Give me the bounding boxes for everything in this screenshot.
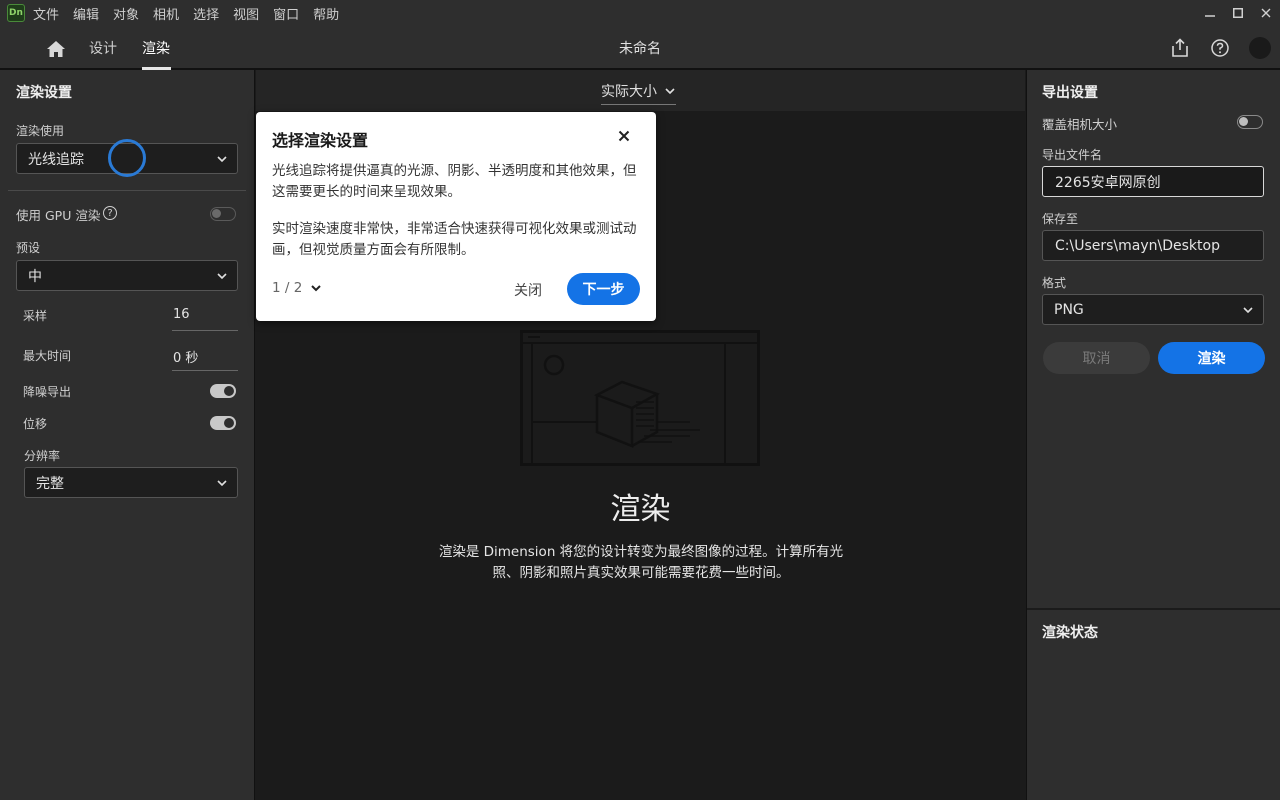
- denoise-toggle[interactable]: [210, 384, 236, 398]
- chevron-down-icon: [665, 88, 676, 95]
- popover-close-button[interactable]: 关闭: [514, 280, 542, 300]
- tab-header: 设计 渲染 未命名: [0, 26, 1280, 70]
- chevron-down-icon: [1243, 307, 1253, 314]
- format-label: 格式: [1042, 276, 1067, 290]
- close-icon[interactable]: [618, 130, 630, 142]
- chevron-down-icon: [217, 480, 227, 487]
- panel-divider: [1027, 608, 1280, 610]
- chevron-down-icon: [217, 156, 227, 163]
- share-icon[interactable]: [1171, 38, 1189, 58]
- gpu-help-icon[interactable]: ?: [103, 206, 117, 220]
- menu-select[interactable]: 选择: [193, 4, 219, 23]
- menu-help[interactable]: 帮助: [313, 4, 339, 23]
- render-illustration-icon: [520, 330, 760, 466]
- cursor-highlight: [108, 139, 146, 177]
- toggle-knob: [224, 418, 234, 428]
- preset-select[interactable]: 中: [16, 260, 238, 291]
- samples-input[interactable]: 16: [172, 307, 238, 331]
- denoise-label: 降噪导出: [23, 385, 72, 399]
- format-select[interactable]: PNG: [1042, 294, 1264, 325]
- toggle-knob: [212, 209, 221, 218]
- export-filename-input[interactable]: 2265安卓网原创: [1042, 166, 1264, 197]
- resolution-label: 分辨率: [24, 449, 61, 463]
- menu-view[interactable]: 视图: [233, 4, 259, 23]
- popover-paragraph-2: 实时渲染速度非常快，非常适合快速获得可视化效果或测试动画，但视觉质量方面会有所限…: [272, 221, 637, 258]
- chevron-down-icon: [311, 285, 322, 292]
- menu-bar: 文件 编辑 对象 相机 选择 视图 窗口 帮助: [33, 4, 353, 23]
- maximize-button[interactable]: [1224, 0, 1252, 26]
- render-settings-title: 渲染设置: [16, 85, 72, 101]
- menu-window[interactable]: 窗口: [273, 4, 299, 23]
- format-value: PNG: [1054, 301, 1084, 318]
- window-controls: [1196, 0, 1280, 26]
- render-using-label: 渲染使用: [16, 124, 65, 138]
- menu-edit[interactable]: 编辑: [73, 4, 99, 23]
- empty-state-description: 渲染是 Dimension 将您的设计转变为最终图像的过程。计算所有光照、阴影和…: [438, 544, 844, 581]
- close-icon: [1261, 8, 1271, 18]
- menu-object[interactable]: 对象: [113, 4, 139, 23]
- popover-step-select[interactable]: 1 / 2: [272, 280, 322, 296]
- gpu-render-toggle[interactable]: [210, 207, 236, 221]
- export-filename-label: 导出文件名: [1042, 148, 1103, 162]
- render-button[interactable]: 渲染: [1158, 342, 1265, 374]
- popover-next-button[interactable]: 下一步: [567, 273, 640, 305]
- toggle-knob: [224, 386, 234, 396]
- preset-label: 预设: [16, 241, 41, 255]
- max-time-input[interactable]: 0 秒: [172, 347, 238, 371]
- popover-title: 选择渲染设置: [272, 131, 369, 150]
- samples-label: 采样: [23, 309, 48, 323]
- render-using-value: 光线追踪: [28, 151, 84, 168]
- override-camera-label: 覆盖相机大小: [1042, 117, 1118, 132]
- chevron-down-icon: [217, 273, 227, 280]
- preset-value: 中: [28, 268, 42, 285]
- maximize-icon: [1233, 8, 1243, 18]
- user-avatar[interactable]: [1249, 37, 1271, 59]
- empty-state-title: 渲染: [610, 492, 671, 527]
- toggle-knob: [1239, 117, 1248, 126]
- menu-file[interactable]: 文件: [33, 4, 59, 23]
- app-logo: Dn: [7, 4, 25, 22]
- max-time-label: 最大时间: [23, 349, 72, 363]
- popover-step-value: 1 / 2: [272, 280, 303, 296]
- override-camera-toggle[interactable]: [1237, 115, 1263, 129]
- coach-popover: 选择渲染设置 光线追踪将提供逼真的光源、阴影、半透明度和其他效果，但这需要更长的…: [256, 112, 656, 321]
- export-settings-panel: 导出设置 覆盖相机大小 导出文件名 2265安卓网原创 保存至 C:\Users…: [1026, 70, 1280, 800]
- export-settings-title: 导出设置: [1042, 85, 1098, 101]
- resolution-select[interactable]: 完整: [24, 467, 238, 498]
- render-status-title: 渲染状态: [1042, 625, 1098, 641]
- minimize-icon: [1205, 15, 1215, 17]
- offset-label: 位移: [23, 417, 48, 431]
- minimize-button[interactable]: [1196, 0, 1224, 26]
- title-bar: Dn 文件 编辑 对象 相机 选择 视图 窗口 帮助: [0, 0, 1280, 26]
- save-to-input[interactable]: C:\Users\mayn\Desktop: [1042, 230, 1264, 261]
- zoom-value: 实际大小: [601, 84, 657, 100]
- zoom-select[interactable]: 实际大小: [601, 81, 677, 105]
- resolution-value: 完整: [36, 475, 64, 492]
- cancel-button[interactable]: 取消: [1043, 342, 1150, 374]
- save-to-label: 保存至: [1042, 212, 1079, 226]
- document-title: 未命名: [619, 41, 661, 57]
- offset-toggle[interactable]: [210, 416, 236, 430]
- zoom-bar: 实际大小: [256, 70, 1025, 111]
- section-divider: [8, 190, 246, 191]
- popover-paragraph-1: 光线追踪将提供逼真的光源、阴影、半透明度和其他效果，但这需要更长的时间来呈现效果…: [272, 163, 637, 200]
- gpu-render-label: 使用 GPU 渲染: [16, 208, 101, 223]
- help-icon[interactable]: [1210, 38, 1230, 58]
- render-settings-panel: 渲染设置 渲染使用 光线追踪 使用 GPU 渲染 ? 预设 中 采样 16 最大…: [0, 70, 255, 800]
- menu-camera[interactable]: 相机: [153, 4, 179, 23]
- close-window-button[interactable]: [1252, 0, 1280, 26]
